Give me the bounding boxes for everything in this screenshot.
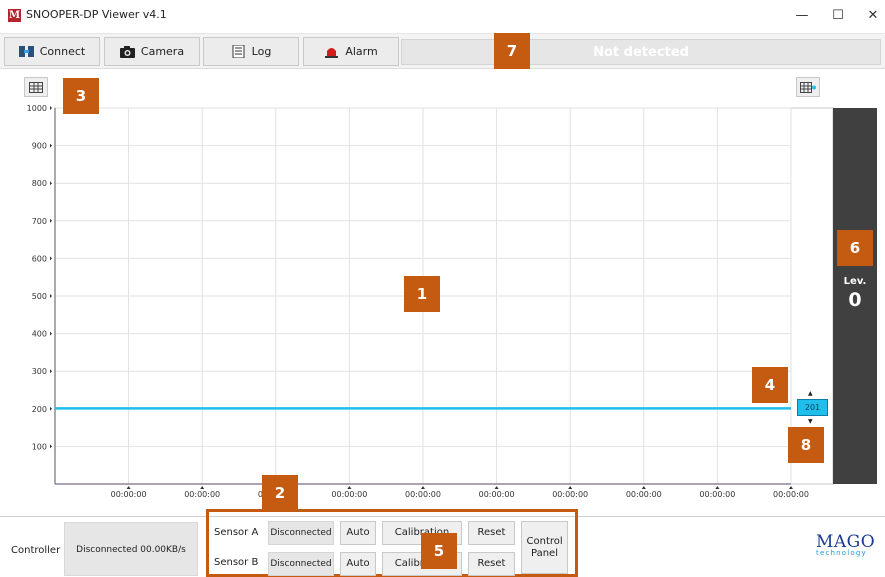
y-tick-label: 400	[32, 330, 47, 339]
toolbar: Connect Camera Log Alarm Not detected	[0, 33, 885, 69]
close-button[interactable]: ✕	[853, 4, 885, 28]
x-tick-label: 00:00:00	[184, 490, 220, 499]
level-label: Lev.	[843, 276, 867, 287]
camera-button[interactable]: Camera	[104, 37, 200, 66]
current-value-marker[interactable]: 201	[797, 399, 828, 416]
controller-status: Disconnected 00.00KB/s	[64, 522, 198, 576]
window-title: SNOOPER-DP Viewer v4.1	[26, 8, 167, 21]
y-tick-label: 1000	[27, 104, 47, 113]
alarm-label: Alarm	[345, 45, 378, 58]
x-tick-label: 00:00:00	[699, 490, 735, 499]
level-value: 0	[848, 289, 862, 311]
y-tick-mark	[50, 331, 52, 336]
y-tick-mark	[50, 181, 52, 186]
x-tick-mark	[126, 486, 131, 489]
connect-button[interactable]: Connect	[4, 37, 100, 66]
y-tick-mark	[50, 444, 52, 449]
camera-icon	[119, 46, 135, 58]
sensor-a-reset-button[interactable]: Reset	[468, 521, 515, 545]
y-tick-mark	[50, 406, 52, 411]
log-icon	[232, 45, 245, 58]
sensor-a-auto-button[interactable]: Auto	[340, 521, 376, 545]
y-tick-label: 200	[32, 405, 47, 414]
y-tick-label: 300	[32, 367, 47, 376]
y-tick-label: 900	[32, 142, 47, 151]
sensor-b-reset-button[interactable]: Reset	[468, 552, 515, 576]
x-tick-label: 00:00:00	[331, 490, 367, 499]
badge-3: 3	[63, 78, 99, 114]
connect-icon	[18, 46, 34, 57]
x-tick-label: 00:00:00	[552, 490, 588, 499]
alarm-button[interactable]: Alarm	[303, 37, 399, 66]
log-button[interactable]: Log	[203, 37, 299, 66]
app-logo-icon: M	[8, 9, 21, 22]
level-panel: Lev. 0	[833, 108, 877, 484]
badge-5: 5	[421, 533, 457, 569]
sensor-a-label: Sensor A	[214, 527, 259, 538]
x-tick-label: 00:00:00	[479, 490, 515, 499]
x-tick-mark	[568, 486, 573, 489]
log-label: Log	[251, 45, 272, 58]
x-tick-label: 00:00:00	[773, 490, 809, 499]
y-tick-label: 600	[32, 254, 47, 263]
x-tick-mark	[200, 486, 205, 489]
alarm-light-icon	[325, 48, 339, 58]
y-tick-label: 800	[32, 179, 47, 188]
badge-8: 8	[788, 427, 824, 463]
marker-down-arrow-icon: ▼	[808, 418, 813, 425]
y-tick-mark	[50, 294, 52, 298]
control-panel-label: Control Panel	[526, 535, 563, 559]
badge-4: 4	[752, 367, 788, 403]
y-tick-mark	[50, 369, 52, 374]
maximize-button[interactable]: ☐	[818, 4, 858, 28]
connect-label: Connect	[39, 45, 86, 58]
x-tick-mark	[641, 486, 646, 489]
marker-up-arrow-icon: ▲	[808, 390, 813, 397]
badge-1: 1	[404, 276, 440, 312]
title-bar: M SNOOPER-DP Viewer v4.1 — ☐ ✕	[0, 0, 885, 32]
y-tick-label: 100	[32, 442, 47, 451]
sensor-b-label: Sensor B	[214, 557, 259, 568]
y-tick-mark	[50, 106, 52, 110]
badge-6: 6	[837, 230, 873, 266]
sensor-b-auto-button[interactable]: Auto	[340, 552, 376, 576]
y-tick-mark	[50, 256, 52, 261]
badge-7: 7	[494, 33, 530, 69]
minimize-button[interactable]: —	[782, 4, 822, 28]
detection-status-bar: Not detected	[401, 39, 881, 65]
x-tick-mark	[715, 486, 720, 489]
camera-label: Camera	[140, 45, 185, 58]
sensor-b-status: Disconnected	[268, 552, 334, 576]
x-tick-label: 00:00:00	[111, 490, 147, 499]
table-icon	[29, 81, 43, 93]
grid-toggle-button[interactable]	[24, 77, 48, 97]
x-tick-mark	[789, 486, 793, 489]
table-settings-button[interactable]	[796, 77, 820, 97]
table-arrow-icon	[800, 81, 816, 93]
sensor-a-status: Disconnected	[268, 521, 334, 545]
y-tick-label: 500	[32, 292, 47, 301]
mago-logo: MAGO technology	[816, 532, 876, 564]
sensor-chart: 1000 900 800 700 600 500 400 300 200 100 00:00:00 0…	[27, 104, 834, 499]
y-tick-mark	[50, 218, 52, 223]
controller-label: Controller	[11, 545, 61, 556]
control-panel-button[interactable]: Control Panel	[521, 521, 568, 574]
y-tick-label: 700	[32, 217, 47, 226]
x-tick-label: 00:00:00	[626, 490, 662, 499]
x-tick-mark	[347, 486, 352, 489]
x-tick-mark	[494, 486, 499, 489]
x-tick-mark	[421, 486, 425, 489]
y-tick-mark	[50, 143, 52, 148]
x-tick-label: 00:00:00	[405, 490, 441, 499]
badge-2: 2	[262, 475, 298, 511]
